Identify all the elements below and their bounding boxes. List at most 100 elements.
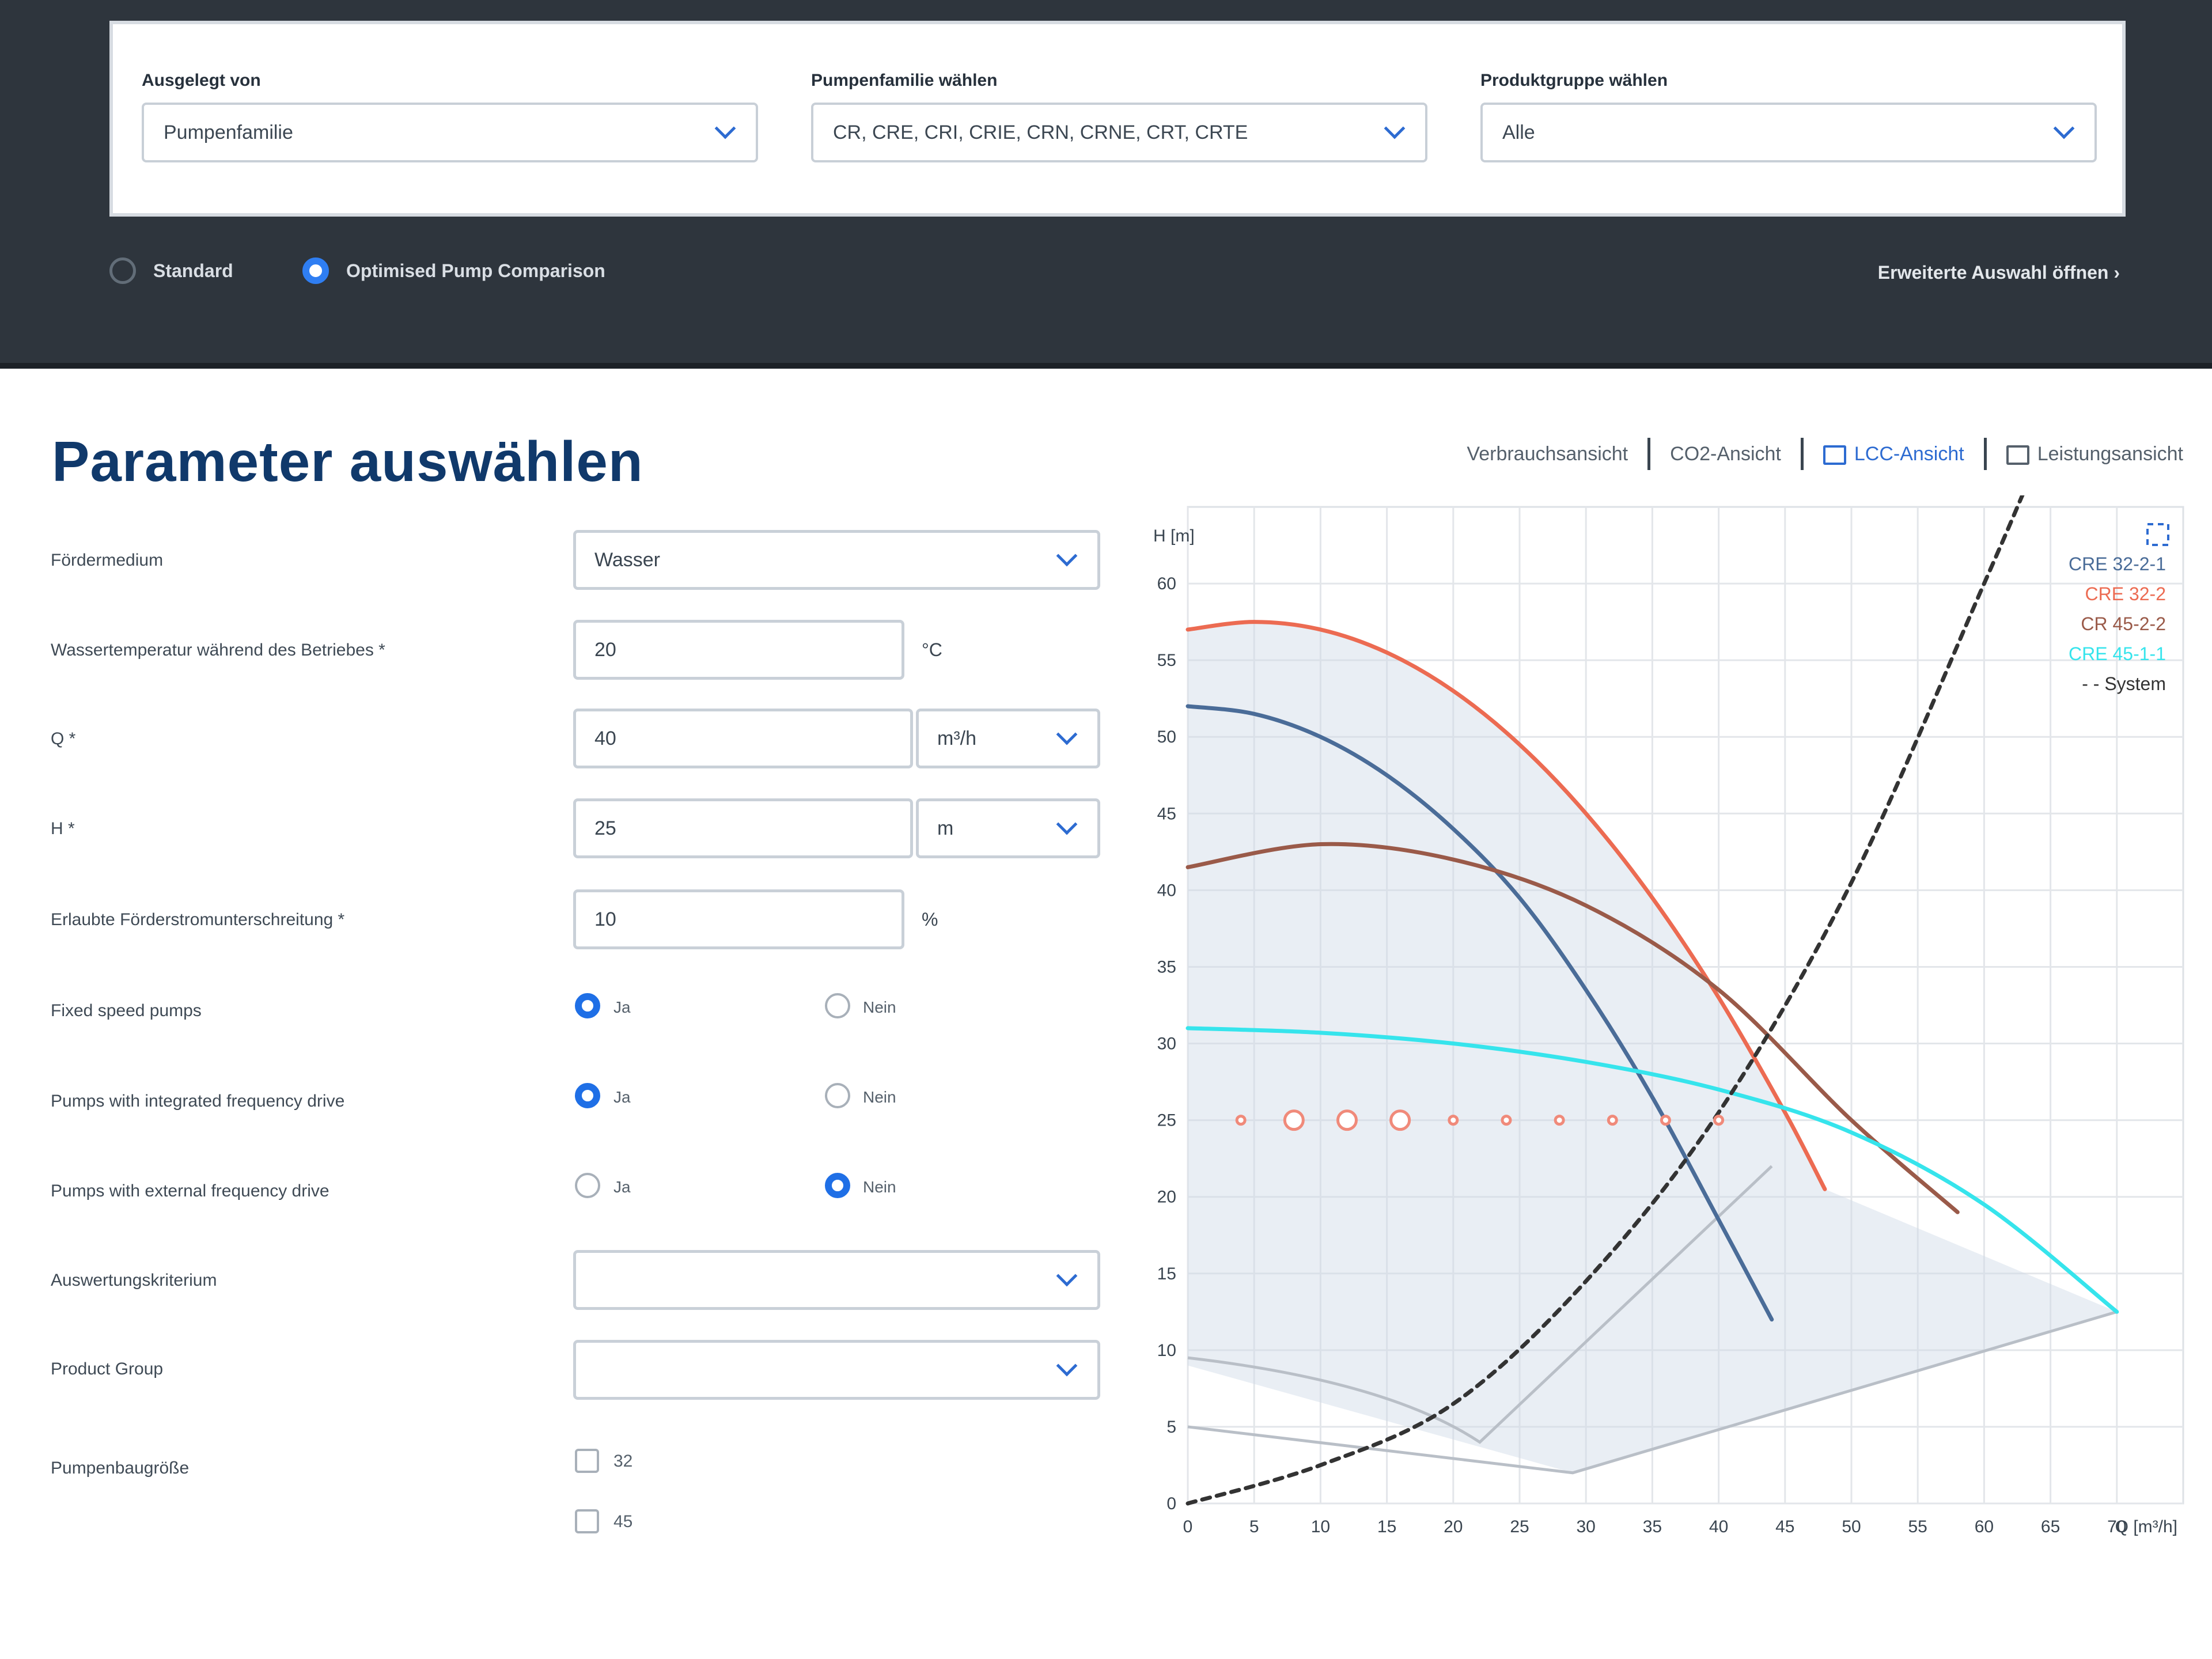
radio-label: Ja xyxy=(613,1178,631,1196)
page-title: Parameter auswählen xyxy=(52,430,643,493)
tolerance-input[interactable]: 10 xyxy=(573,889,904,949)
criterion-label: Auswertungskriterium xyxy=(51,1271,217,1290)
x-tick-label: 55 xyxy=(1908,1517,1927,1536)
duty-point xyxy=(1554,1115,1565,1126)
integrated-drive-no-radio[interactable] xyxy=(825,1083,850,1108)
filter-label: Ausgelegt von xyxy=(142,71,261,90)
x-tick-label: 20 xyxy=(1444,1517,1463,1536)
advanced-selection-link[interactable]: Erweiterte Auswahl öffnen › xyxy=(1878,262,2120,283)
select-value: Pumpenfamilie xyxy=(164,122,293,143)
x-tick-label: 40 xyxy=(1709,1517,1728,1536)
flow-input[interactable]: 40 xyxy=(573,709,913,768)
x-tick-label: 45 xyxy=(1775,1517,1794,1536)
view-co2[interactable]: CO2-Ansicht xyxy=(1670,443,1781,465)
view-lcc-label: LCC-Ansicht xyxy=(1854,442,1964,465)
pump-size-label: Pumpenbaugröße xyxy=(51,1459,190,1478)
duty-point xyxy=(1283,1109,1305,1131)
chevron-down-icon xyxy=(1056,724,1078,745)
temperature-label: Wassertemperatur während des Betriebes * xyxy=(51,641,385,660)
filter-label: Pumpenfamilie wählen xyxy=(811,71,998,90)
legend-item: CRE 45-1-1 xyxy=(2069,643,2166,664)
duty-point xyxy=(1713,1115,1725,1126)
y-tick-label: 55 xyxy=(1157,651,1176,670)
x-tick-label: 15 xyxy=(1377,1517,1396,1536)
x-tick-label: 30 xyxy=(1577,1517,1596,1536)
duty-point xyxy=(1235,1115,1247,1126)
legend-item: - - System xyxy=(2082,673,2166,694)
product-group-field-select[interactable] xyxy=(573,1340,1100,1400)
divider xyxy=(1983,438,1987,470)
filter-label: Produktgruppe wählen xyxy=(1480,71,1668,90)
chart-icon xyxy=(1823,445,1846,465)
y-tick-label: 30 xyxy=(1157,1035,1176,1054)
y-tick-label: 10 xyxy=(1157,1341,1176,1360)
duty-point xyxy=(1336,1109,1358,1131)
legend-item: CRE 32-2-1 xyxy=(2069,554,2166,574)
filter-product-group: Produktgruppe wählen Alle xyxy=(1480,69,2097,162)
fixed-speed-yes-radio[interactable] xyxy=(575,993,600,1018)
view-lcc[interactable]: LCC-Ansicht xyxy=(1823,443,1964,465)
y-tick-label: 25 xyxy=(1157,1111,1176,1130)
select-value: m xyxy=(937,817,954,839)
product-group-label: Product Group xyxy=(51,1359,164,1378)
filter-card: Ausgelegt von Pumpenfamilie Pumpenfamili… xyxy=(109,21,2126,217)
designed-by-select[interactable]: Pumpenfamilie xyxy=(142,103,758,162)
mode-standard[interactable]: Standard xyxy=(109,253,233,288)
flow-label: Q * xyxy=(51,729,76,748)
view-consumption[interactable]: Verbrauchsansicht xyxy=(1467,443,1628,465)
medium-select[interactable]: Wasser xyxy=(573,530,1100,590)
y-tick-label: 35 xyxy=(1157,957,1176,976)
duty-point xyxy=(1607,1115,1618,1126)
view-performance[interactable]: Leistungsansicht xyxy=(2006,443,2183,465)
radio-label: Nein xyxy=(863,1088,896,1106)
duty-point xyxy=(1448,1115,1459,1126)
mode-optimised-comparison[interactable]: Optimised Pump Comparison xyxy=(302,253,605,288)
tolerance-unit: % xyxy=(922,909,938,930)
select-value: Alle xyxy=(1502,122,1535,143)
y-tick-label: 40 xyxy=(1157,881,1176,900)
external-drive-no-radio[interactable] xyxy=(825,1173,850,1198)
mode-label: Optimised Pump Comparison xyxy=(346,260,605,281)
chevron-down-icon xyxy=(1056,813,1078,835)
tolerance-label: Erlaubte Förderstromunterschreitung * xyxy=(51,910,345,929)
y-tick-label: 0 xyxy=(1166,1494,1176,1513)
external-drive-yes-radio[interactable] xyxy=(575,1173,600,1198)
temperature-input[interactable]: 20 xyxy=(573,620,904,680)
select-value: m³/h xyxy=(937,728,976,749)
pump-size-45-checkbox[interactable] xyxy=(575,1509,599,1533)
pump-curve-chart[interactable]: 0 5 10 15 20 25 30 35 40 45 50 55 60 65 70Q [m³/h]0510… xyxy=(1135,495,2195,1544)
y-tick-label: 50 xyxy=(1157,728,1176,747)
chevron-down-icon xyxy=(2053,118,2075,139)
x-tick-label: 10 xyxy=(1311,1517,1330,1536)
pump-family-select[interactable]: CR, CRE, CRI, CRIE, CRN, CRNE, CRT, CRTE xyxy=(811,103,1427,162)
radio-label: Ja xyxy=(613,1088,631,1106)
checkbox-label: 32 xyxy=(613,1452,633,1471)
criterion-select[interactable] xyxy=(573,1250,1100,1310)
integrated-drive-yes-radio[interactable] xyxy=(575,1083,600,1108)
view-switcher: Verbrauchsansicht CO2-Ansicht LCC-Ansich… xyxy=(1467,437,2183,471)
radio-label: Nein xyxy=(863,1178,896,1196)
pump-size-32-checkbox[interactable] xyxy=(575,1449,599,1473)
duty-point xyxy=(1660,1115,1671,1126)
external-drive-label: Pumps with external frequency drive xyxy=(51,1181,329,1200)
chevron-down-icon xyxy=(1384,118,1406,139)
radio-label: Nein xyxy=(863,998,896,1016)
checkbox-label: 45 xyxy=(613,1512,633,1531)
fixed-speed-no-radio[interactable] xyxy=(825,993,850,1018)
product-group-select[interactable]: Alle xyxy=(1480,103,2097,162)
view-performance-label: Leistungsansicht xyxy=(2037,442,2183,465)
radio-label: Ja xyxy=(613,998,631,1016)
temperature-unit: °C xyxy=(922,639,942,660)
x-tick-label: 5 xyxy=(1249,1517,1259,1536)
head-unit-select[interactable]: m xyxy=(916,798,1100,858)
y-axis-label: H [m] xyxy=(1153,527,1195,546)
x-tick-label: 0 xyxy=(1183,1517,1193,1536)
filter-header: Ausgelegt von Pumpenfamilie Pumpenfamili… xyxy=(0,0,2212,369)
y-tick-label: 60 xyxy=(1157,574,1176,593)
flow-unit-select[interactable]: m³/h xyxy=(916,709,1100,768)
integrated-drive-label: Pumps with integrated frequency drive xyxy=(51,1092,345,1111)
y-tick-label: 5 xyxy=(1166,1418,1176,1437)
x-axis-label: Q [m³/h] xyxy=(2115,1517,2177,1536)
head-input[interactable]: 25 xyxy=(573,798,913,858)
select-value: CR, CRE, CRI, CRIE, CRN, CRNE, CRT, CRTE xyxy=(833,122,1248,143)
